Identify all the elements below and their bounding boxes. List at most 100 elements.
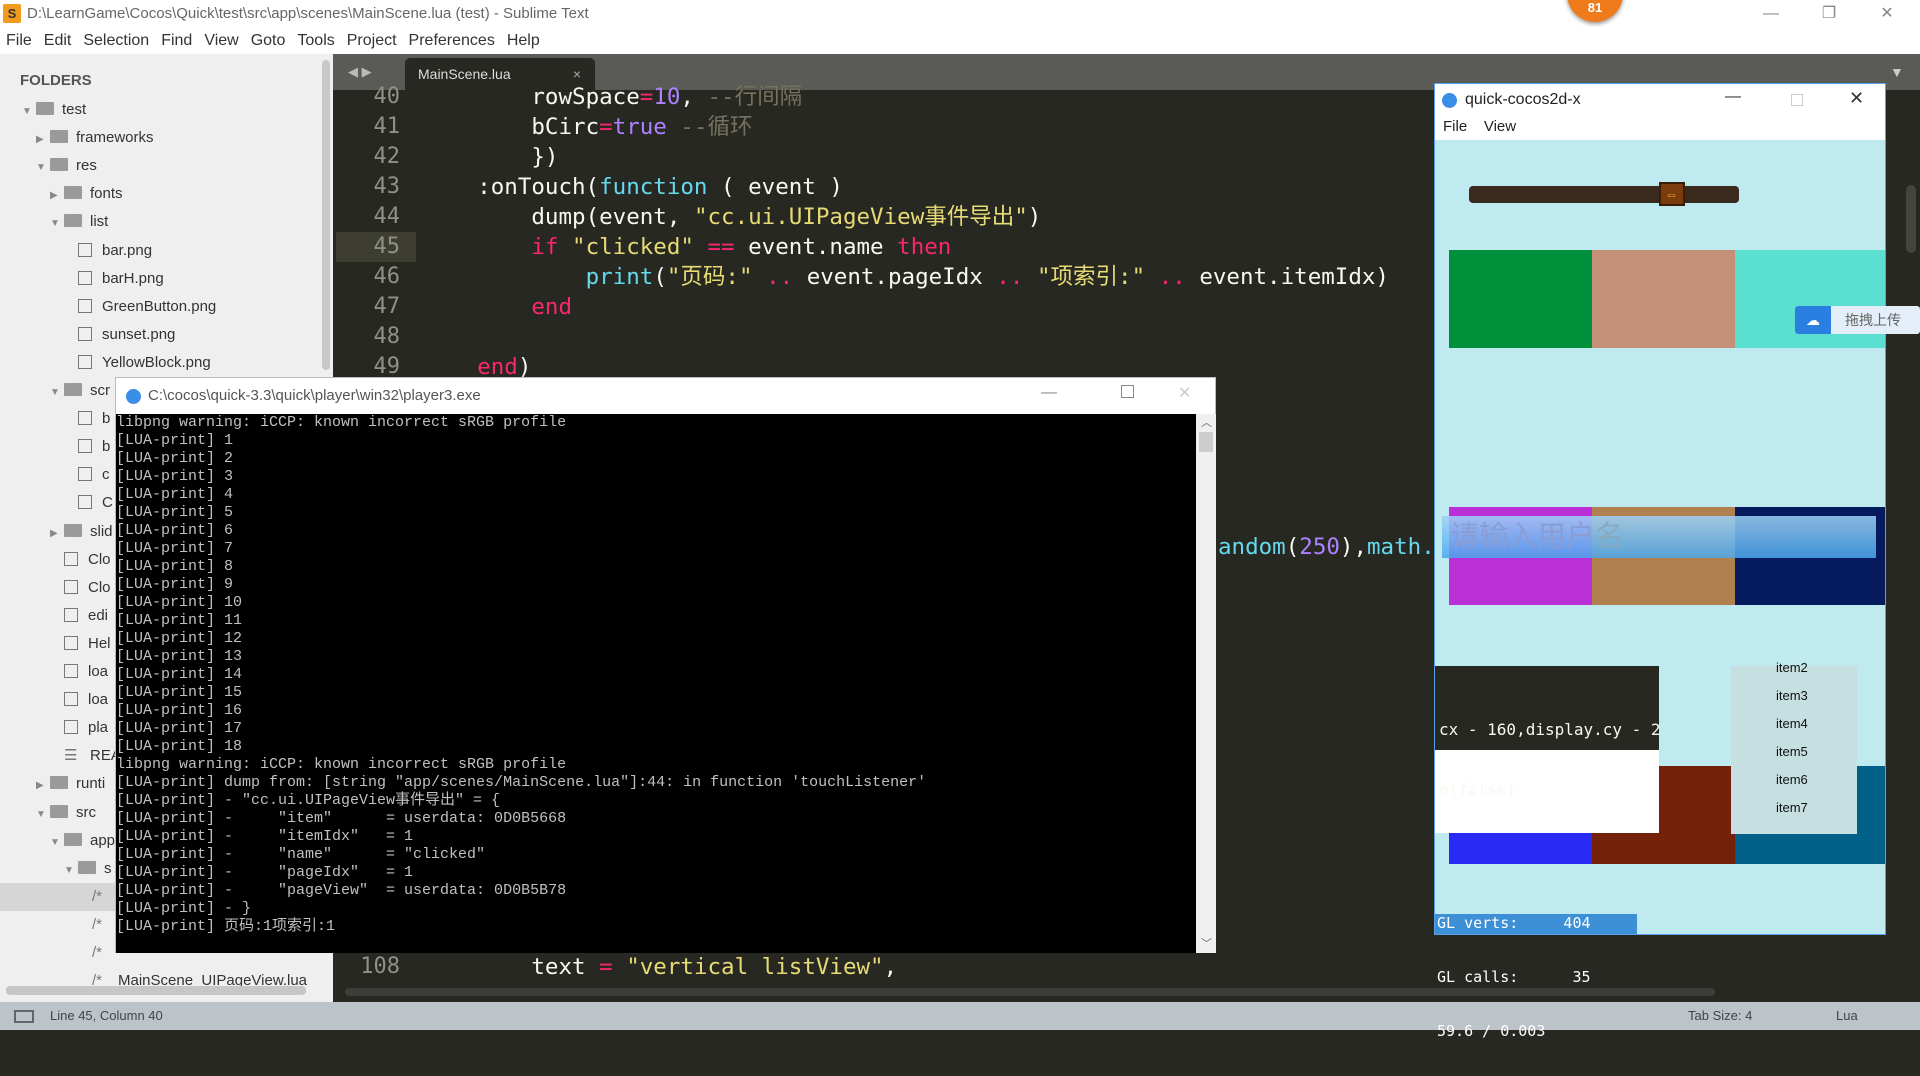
sidebar-item-label: C xyxy=(102,494,113,512)
menu-project[interactable]: Project xyxy=(341,27,403,54)
chevron-right-icon[interactable]: ▶ xyxy=(50,520,64,548)
image-file-icon xyxy=(78,326,92,341)
tab-dropdown-icon[interactable]: ▼ xyxy=(1890,54,1904,90)
sidebar-item[interactable]: YellowBlock.png xyxy=(0,349,333,377)
console-minimize-button[interactable]: — xyxy=(1041,384,1057,402)
sidebar-item[interactable]: ▶ frameworks xyxy=(0,124,333,152)
restore-button[interactable]: ❐ xyxy=(1806,0,1852,27)
cocos-minimize-button[interactable]: — xyxy=(1725,88,1741,106)
list-view[interactable]: item2 item3 item4 item5 item6 item7 xyxy=(1731,660,1857,834)
image-file-icon xyxy=(64,607,78,622)
code-line: dump(event, "cc.ui.UIPageView事件导出") xyxy=(531,202,1041,232)
menu-preferences[interactable]: Preferences xyxy=(403,27,501,54)
panel-toggle-icon[interactable] xyxy=(14,1010,34,1023)
chevron-down-icon[interactable]: ▼ xyxy=(50,210,64,238)
menu-tools[interactable]: Tools xyxy=(291,27,340,54)
console-close-button[interactable]: ✕ xyxy=(1178,383,1191,403)
list-item[interactable]: item3 xyxy=(1776,688,1808,703)
sidebar-item-label: edi xyxy=(88,606,109,624)
slider-track[interactable] xyxy=(1469,186,1739,203)
sidebar-item-label: b xyxy=(102,438,111,456)
sidebar-scrollbar[interactable] xyxy=(322,60,330,370)
menu-goto[interactable]: Goto xyxy=(245,27,292,54)
syntax[interactable]: Lua xyxy=(1836,1002,1858,1030)
cloud-icon: ☁ xyxy=(1795,306,1831,334)
baidu-upload-button[interactable]: ☁ 拖拽上传 xyxy=(1795,306,1920,334)
editor-vscrollbar[interactable] xyxy=(1906,185,1916,253)
chevron-down-icon[interactable]: ▼ xyxy=(50,379,64,407)
code-token: event.name xyxy=(734,234,898,260)
chevron-right-icon[interactable]: ▶ xyxy=(36,772,50,800)
chevron-down-icon[interactable]: ▼ xyxy=(64,857,78,885)
sidebar-item[interactable]: barH.png xyxy=(0,265,333,293)
sidebar-item[interactable]: GreenButton.png xyxy=(0,293,333,321)
close-button[interactable]: ✕ xyxy=(1864,0,1910,27)
folders-header: FOLDERS xyxy=(20,72,92,89)
scroll-up-icon[interactable]: ︿ xyxy=(1201,414,1212,430)
code-token: "项索引:" xyxy=(1037,264,1146,290)
list-item[interactable]: item2 xyxy=(1776,660,1808,675)
menu-file[interactable]: File xyxy=(0,27,38,54)
code-line: }) xyxy=(531,142,558,172)
menu-view[interactable]: View xyxy=(198,27,244,54)
console-line: [LUA-print] 页码:1项索引:1 xyxy=(116,918,336,935)
menu-find[interactable]: Find xyxy=(155,27,198,54)
console-line: [LUA-print] 2 xyxy=(116,450,234,467)
console-line: [LUA-print] 18 xyxy=(116,738,243,755)
tab-label: MainScene.lua xyxy=(418,66,511,82)
sidebar-item[interactable]: ▶ fonts xyxy=(0,180,333,208)
console-output[interactable]: libpng warning: iCCP: known incorrect sR… xyxy=(116,414,1196,953)
code-token: }) xyxy=(531,144,559,170)
menu-help[interactable]: Help xyxy=(501,27,546,54)
chevron-down-icon[interactable]: ▼ xyxy=(50,829,64,857)
list-item[interactable]: item4 xyxy=(1776,716,1808,731)
chevron-down-icon[interactable]: ▼ xyxy=(36,801,50,829)
cocos-maximize-button[interactable] xyxy=(1791,94,1803,106)
menu-selection[interactable]: Selection xyxy=(77,27,155,54)
chevron-right-icon[interactable]: ▶ xyxy=(36,126,50,154)
cocos-menu-file[interactable]: File xyxy=(1443,118,1467,135)
code-token: ( xyxy=(1285,534,1300,560)
sidebar-item[interactable]: ▼ list xyxy=(0,208,333,236)
lua-file-icon: /* xyxy=(92,887,103,905)
code-token: ( xyxy=(653,264,667,290)
sidebar-item-label: barH.png xyxy=(102,269,164,287)
menu-edit[interactable]: Edit xyxy=(38,27,78,54)
list-item[interactable]: item6 xyxy=(1776,772,1808,787)
list-item[interactable]: item7 xyxy=(1776,800,1808,815)
game-canvas[interactable]: ⇔ cx - 160,display.cy - 2 e(false) item2… xyxy=(1435,140,1885,1040)
chevron-down-icon[interactable]: ▼ xyxy=(36,154,50,182)
slider-thumb[interactable]: ⇔ xyxy=(1658,182,1685,206)
stats-calls: GL calls: 35 xyxy=(1437,968,1591,986)
code-overlay-line: e(false) xyxy=(1439,780,1517,799)
image-file-icon xyxy=(78,298,92,313)
cocos-title: quick-cocos2d-x xyxy=(1465,91,1581,108)
code-line: end xyxy=(531,292,572,322)
console-line: libpng warning: iCCP: known incorrect sR… xyxy=(116,414,567,431)
tab-size[interactable]: Tab Size: 4 xyxy=(1688,1002,1752,1030)
sidebar-hscrollbar[interactable] xyxy=(6,986,306,995)
code-token: math. xyxy=(1367,534,1435,560)
minimize-button[interactable]: — xyxy=(1748,0,1794,27)
sidebar-item[interactable]: bar.png xyxy=(0,237,333,265)
sidebar-item-label: Clo xyxy=(88,578,111,596)
list-item[interactable]: item5 xyxy=(1776,744,1808,759)
scroll-down-icon[interactable]: ﹀ xyxy=(1201,935,1212,951)
cocos-close-button[interactable]: ✕ xyxy=(1849,88,1864,109)
cocos-menu-view[interactable]: View xyxy=(1484,118,1516,135)
code-line: bCirc=true --循环 xyxy=(531,112,752,142)
console-line: [LUA-print] 12 xyxy=(116,630,243,647)
chevron-down-icon[interactable]: ▼ xyxy=(22,98,36,126)
console-scrollbar[interactable]: ︿ ﹀ xyxy=(1196,414,1216,953)
cocos-menu: File View xyxy=(1443,116,1516,138)
sidebar-item[interactable]: sunset.png xyxy=(0,321,333,349)
chevron-right-icon[interactable]: ▶ xyxy=(50,182,64,210)
color-block[interactable] xyxy=(1449,250,1592,348)
line-number: 42 xyxy=(373,144,401,169)
sidebar-item[interactable]: ▼ res xyxy=(0,152,333,180)
console-maximize-button[interactable] xyxy=(1121,385,1134,398)
username-input[interactable]: 请输入用户名 xyxy=(1442,516,1876,558)
sidebar-item[interactable]: ▼ test xyxy=(0,96,333,124)
color-block[interactable] xyxy=(1592,250,1735,348)
